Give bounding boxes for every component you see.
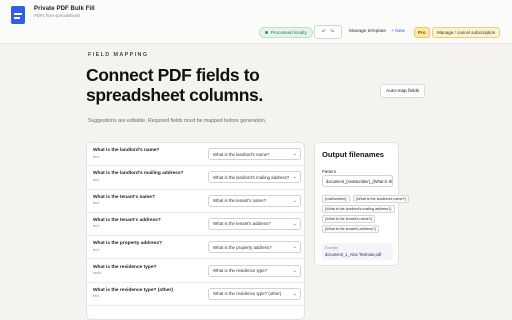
preview-label: Example bbox=[325, 246, 339, 250]
token-chip[interactable]: {rowNumber} bbox=[322, 195, 350, 203]
pdf-field-label: What is the residence type? (other) bbox=[93, 287, 173, 293]
status-label: Processed locally bbox=[271, 30, 307, 35]
token-chip[interactable]: {What is the landlord's name?} bbox=[353, 195, 409, 203]
mapping-row: What is the tenant's name? text What is … bbox=[87, 190, 304, 213]
pdf-field-type: text bbox=[93, 294, 100, 299]
auto-map-fields-button[interactable]: Auto-map fields bbox=[380, 84, 426, 98]
pdf-field-type: text bbox=[93, 247, 100, 252]
page-title: Connect PDF fields to spreadsheet column… bbox=[86, 65, 263, 105]
column-select[interactable]: What is the tenant's address? ⌄ bbox=[208, 217, 301, 230]
section-eyebrow: FIELD MAPPING bbox=[88, 52, 149, 58]
column-select[interactable]: What is the landlord's mailing address? … bbox=[208, 171, 301, 184]
mapping-row: What is the landlord's mailing address? … bbox=[87, 166, 304, 190]
column-select[interactable]: What is the residence type? (other) ⌄ bbox=[208, 287, 301, 300]
column-select[interactable]: What is the property address? ⌄ bbox=[208, 241, 301, 254]
token-chip[interactable]: {What is the tenant's address?} bbox=[322, 225, 379, 233]
undo-redo-group: ↶ ↷ bbox=[314, 25, 342, 39]
column-select[interactable]: What is the tenant's name? ⌄ bbox=[208, 194, 301, 207]
brand: Private PDF Bulk Fill PDFs from spreadsh… bbox=[11, 6, 95, 24]
token-chip[interactable]: {What is the landlord's mailing address?… bbox=[322, 205, 395, 213]
mapping-row: What is the property address? text What … bbox=[87, 236, 304, 260]
new-button[interactable]: + New bbox=[391, 29, 405, 34]
pdf-field-type: text bbox=[93, 177, 100, 182]
pdf-field-type: text bbox=[93, 224, 100, 229]
filename-preview: Example document_1_Alex Testman.pdf bbox=[322, 243, 393, 260]
pdf-field-label: What is the tenant's name? bbox=[93, 194, 155, 200]
mapping-hint: Suggestions are editable. Required field… bbox=[88, 118, 267, 124]
pdf-field-label: What is the residence type? bbox=[93, 264, 157, 270]
token-chip[interactable]: {What is the tenant's name?} bbox=[322, 215, 376, 223]
pdf-field-type: radio bbox=[93, 271, 102, 275]
output-filenames-panel: Output filenames Pattern document_{rowNu… bbox=[314, 142, 409, 266]
field-mapping-list: What is the landlord's name? text What i… bbox=[86, 142, 305, 320]
pdf-field-label: What is the landlord's name? bbox=[93, 148, 160, 153]
chevron-down-icon: ⌄ bbox=[292, 267, 297, 274]
pdf-field-label: What is the landlord's mailing address? bbox=[93, 171, 184, 177]
chevron-down-icon: ⌄ bbox=[292, 151, 297, 157]
pattern-label: Pattern bbox=[322, 169, 337, 174]
filename-pattern-input[interactable]: document_{rowNumber}_{What is the tenar bbox=[322, 175, 393, 187]
pdf-field-label: What is the property address? bbox=[93, 241, 163, 247]
chevron-down-icon: ⌄ bbox=[292, 244, 297, 251]
redo-icon[interactable]: ↷ bbox=[330, 29, 334, 35]
pro-badge: Pro bbox=[414, 27, 430, 38]
app-header: Private PDF Bulk Fill PDFs from spreadsh… bbox=[0, 0, 512, 44]
undo-icon[interactable]: ↶ bbox=[322, 29, 326, 35]
status-dot-icon bbox=[265, 31, 268, 34]
pdf-field-label: What is the tenant's address? bbox=[93, 217, 161, 223]
manage-template-button[interactable]: Manage template bbox=[349, 29, 386, 34]
mapping-row: What is the tenant's address? text What … bbox=[87, 213, 304, 237]
mapping-row: What is the landlord's name? text What i… bbox=[87, 143, 304, 167]
processed-locally-badge: Processed locally bbox=[259, 27, 313, 38]
chevron-down-icon: ⌄ bbox=[292, 290, 297, 297]
output-title: Output filenames bbox=[322, 150, 385, 159]
chevron-down-icon: ⌄ bbox=[292, 197, 297, 204]
mapping-row: What is the residence type? radio What i… bbox=[87, 260, 304, 283]
preview-filename: document_1_Alex Testman.pdf bbox=[325, 252, 382, 257]
app-title: Private PDF Bulk Fill bbox=[34, 6, 95, 12]
pdf-field-type: text bbox=[93, 201, 100, 206]
column-select[interactable]: What is the landlord's name? ⌄ bbox=[208, 148, 301, 160]
manage-subscription-button[interactable]: Manage / cancel subscription bbox=[432, 27, 501, 38]
pdf-field-type: text bbox=[93, 154, 100, 159]
document-logo-icon bbox=[11, 6, 25, 24]
app-subtitle: PDFs from spreadsheets bbox=[34, 13, 81, 18]
mapping-row: What is the residence type? (other) text… bbox=[87, 283, 304, 307]
chevron-down-icon: ⌄ bbox=[292, 174, 297, 181]
column-select[interactable]: What is the residence type? ⌄ bbox=[208, 264, 301, 277]
chevron-down-icon: ⌄ bbox=[292, 220, 297, 227]
